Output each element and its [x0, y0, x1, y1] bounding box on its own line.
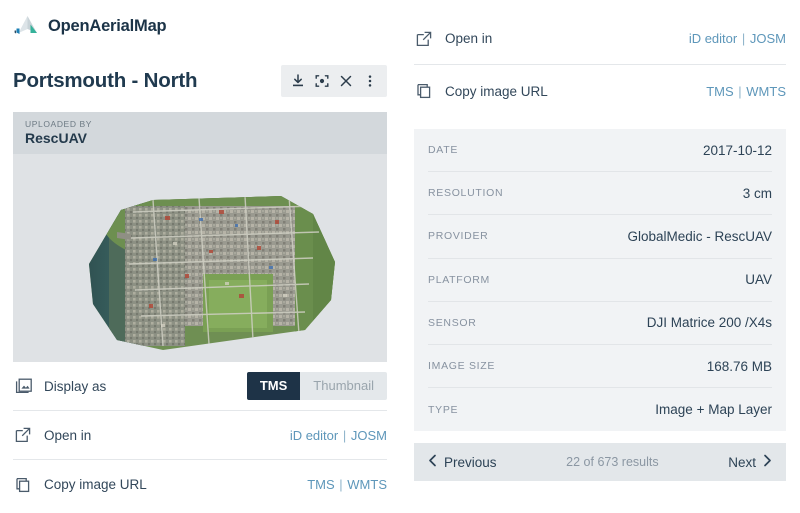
right-actions: Open in iD editor | JOSM Copy image URL … [414, 0, 786, 117]
close-icon[interactable] [336, 71, 356, 91]
metadata-value: 2017-10-12 [702, 142, 772, 158]
link-separator: | [342, 427, 347, 443]
open-in-links: iD editor | JOSM [290, 428, 387, 443]
uploaded-by-band: UPLOADED BY RescUAV [13, 112, 387, 154]
display-as-row: Display as TMS Thumbnail [13, 362, 387, 411]
download-icon[interactable] [288, 71, 308, 91]
link-wmts[interactable]: WMTS [347, 477, 387, 492]
previous-label: Previous [444, 454, 497, 470]
copy-image-url-links: TMS | WMTS [307, 477, 387, 492]
brand-name: OpenAerialMap [48, 16, 167, 35]
copy-icon [13, 475, 33, 495]
link-id-editor[interactable]: iD editor [689, 31, 737, 46]
metadata-row: IMAGE SIZE 168.76 MB [428, 345, 772, 389]
copy-image-url-row: Copy image URL TMS | WMTS [13, 460, 387, 509]
open-in-row: Open in iD editor | JOSM [13, 411, 387, 460]
open-in-row: Open in iD editor | JOSM [414, 13, 786, 65]
chevron-left-icon [428, 454, 437, 470]
metadata-row: TYPE Image + Map Layer [428, 388, 772, 431]
link-tms[interactable]: TMS [706, 84, 733, 99]
display-as-label: Display as [44, 378, 107, 394]
openaerialmap-logo-icon [14, 14, 40, 38]
metadata-row: RESOLUTION 3 cm [428, 172, 772, 216]
toggle-option-tms[interactable]: TMS [246, 372, 301, 400]
fit-to-view-icon[interactable] [312, 71, 332, 91]
page-title: Portsmouth - North [13, 69, 198, 92]
external-link-icon [414, 29, 434, 49]
image-stack-icon [13, 376, 33, 396]
oam-detail-page: OpenAerialMap Portsmouth - North UPLOADE… [0, 0, 800, 513]
link-separator: | [339, 477, 343, 492]
link-josm[interactable]: JOSM [750, 31, 786, 46]
left-panel: OpenAerialMap Portsmouth - North UPLOADE… [0, 0, 400, 513]
copy-icon [414, 81, 434, 101]
copy-image-url-label: Copy image URL [445, 83, 548, 99]
metadata-value: 168.76 MB [706, 358, 772, 374]
metadata-row: SENSOR DJI Matrice 200 /X4s [428, 302, 772, 345]
metadata-row: PROVIDER GlobalMedic - RescUAV [428, 215, 772, 259]
metadata-key: DATE [428, 144, 459, 157]
next-label: Next [728, 454, 756, 470]
link-separator: | [741, 31, 746, 46]
metadata-value: 3 cm [742, 185, 772, 201]
metadata-key: SENSOR [428, 316, 477, 329]
metadata-key: PROVIDER [428, 230, 489, 243]
display-as-toggle: TMS Thumbnail [246, 372, 387, 400]
metadata-key: PLATFORM [428, 273, 490, 286]
metadata-value: GlobalMedic - RescUAV [627, 228, 772, 244]
metadata-row: DATE 2017-10-12 [428, 129, 772, 173]
open-in-label: Open in [44, 427, 92, 443]
copy-image-url-links: TMS | WMTS [706, 84, 786, 99]
link-josm[interactable]: JOSM [351, 428, 387, 443]
metadata-value: UAV [745, 272, 772, 288]
metadata-value: DJI Matrice 200 /X4s [646, 315, 772, 331]
next-button[interactable]: Next [728, 454, 772, 470]
toggle-option-thumbnail[interactable]: Thumbnail [300, 372, 387, 400]
metadata-table: DATE 2017-10-12 RESOLUTION 3 cm PROVIDER… [414, 129, 786, 432]
copy-image-url-row: Copy image URL TMS | WMTS [414, 65, 786, 117]
copy-image-url-label: Copy image URL [44, 477, 147, 492]
results-count: 22 of 673 results [566, 455, 659, 470]
right-panel: Open in iD editor | JOSM Copy image URL … [400, 0, 800, 513]
metadata-row: PLATFORM UAV [428, 259, 772, 302]
pagination: Previous 22 of 673 results Next [414, 443, 786, 482]
uploaded-by-label: UPLOADED BY [25, 119, 93, 129]
uploaded-by-value: RescUAV [25, 130, 87, 146]
metadata-key: TYPE [428, 403, 459, 416]
link-tms[interactable]: TMS [307, 477, 334, 492]
link-wmts[interactable]: WMTS [746, 84, 786, 99]
more-options-icon[interactable] [360, 71, 380, 91]
aerial-image-preview[interactable] [13, 154, 387, 362]
link-id-editor[interactable]: iD editor [290, 428, 338, 443]
open-in-links: iD editor | JOSM [689, 31, 786, 46]
title-action-group [281, 65, 387, 97]
link-separator: | [738, 83, 742, 99]
brand[interactable]: OpenAerialMap [13, 0, 387, 52]
previous-button[interactable]: Previous [428, 454, 497, 470]
external-link-icon [13, 425, 33, 445]
open-in-label: Open in [445, 31, 493, 46]
title-row: Portsmouth - North [13, 58, 387, 104]
metadata-key: IMAGE SIZE [428, 360, 496, 373]
metadata-key: RESOLUTION [428, 187, 504, 200]
metadata-value: Image + Map Layer [655, 402, 772, 418]
chevron-right-icon [763, 454, 772, 470]
